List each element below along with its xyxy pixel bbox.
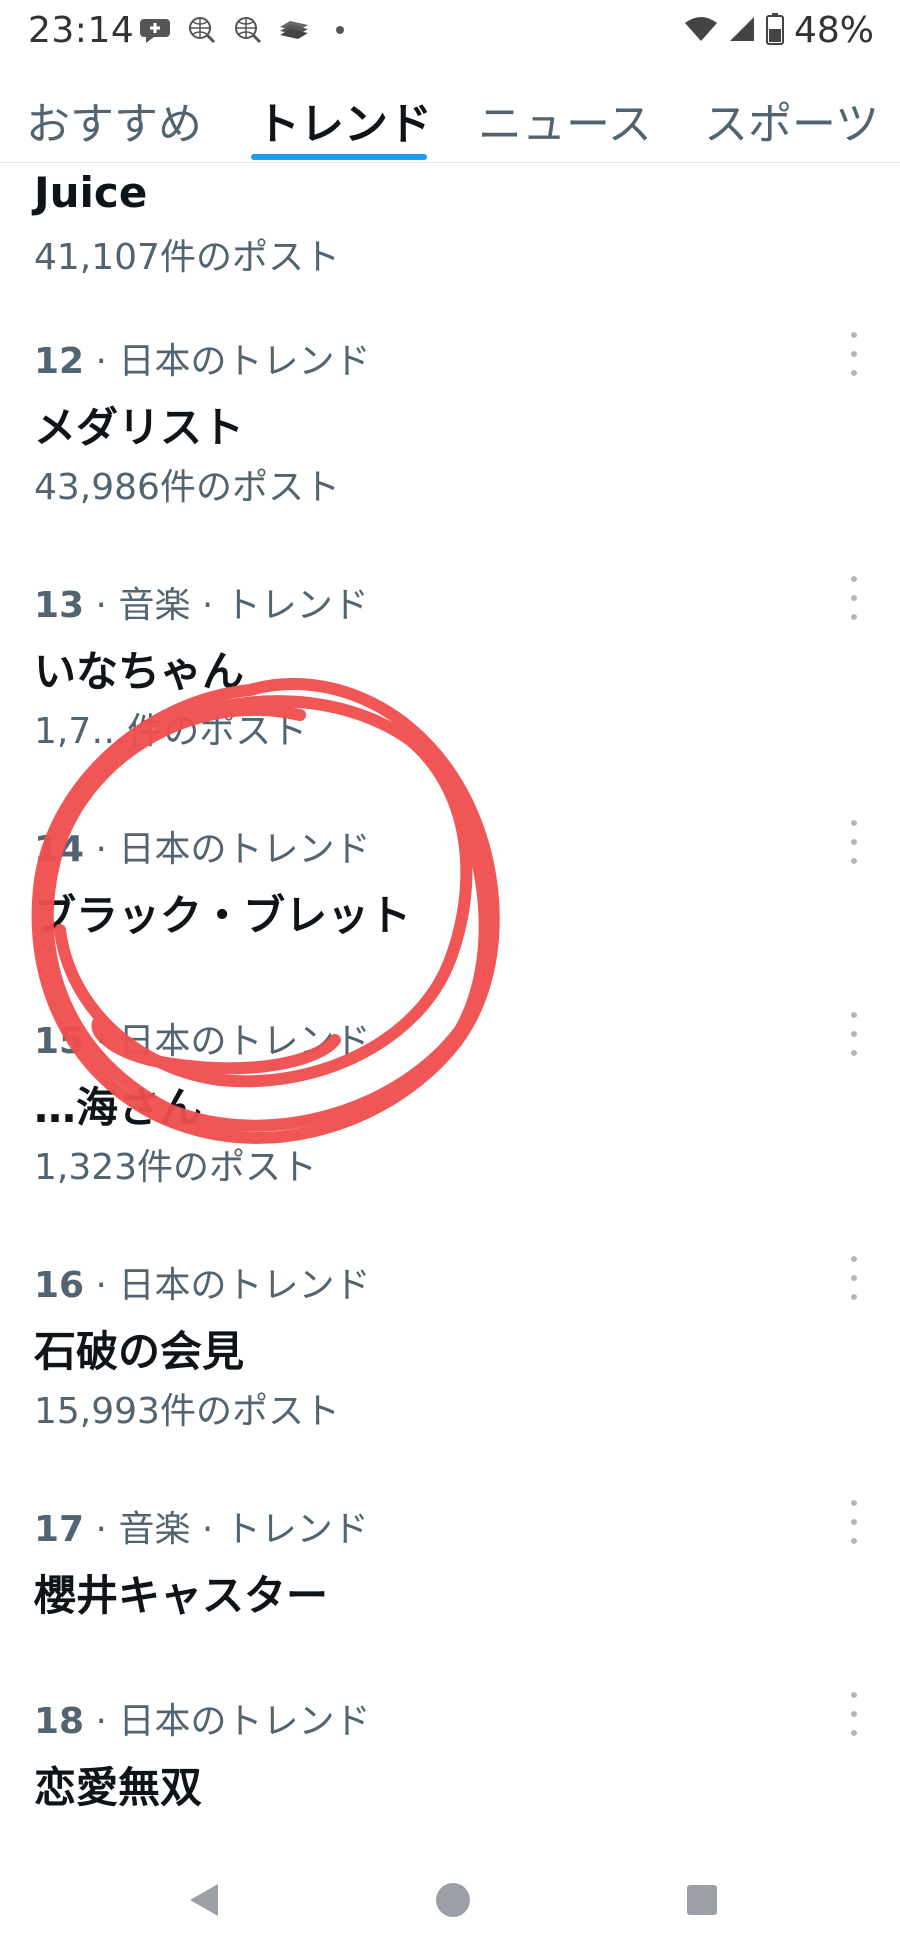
- trend-rank: 15: [34, 1021, 85, 1062]
- trend-category: · 日本のトレンド: [84, 1265, 371, 1306]
- more-options-icon[interactable]: [842, 820, 866, 864]
- trend-item[interactable]: 18 · 日本のトレンド 恋愛無双: [0, 1692, 900, 1852]
- trend-category: · 日本のトレンド: [84, 829, 371, 870]
- trend-meta: 16 · 日本のトレンド: [34, 1256, 370, 1308]
- status-time: 23:14: [28, 10, 135, 51]
- trend-category: · 日本のトレンド: [84, 1701, 371, 1742]
- tab-recommended[interactable]: おすすめ: [26, 88, 202, 152]
- trend-post-count: 41,107件のポスト: [34, 237, 340, 278]
- back-icon[interactable]: [182, 1878, 226, 1922]
- globe-search-icon: [186, 14, 218, 46]
- trend-rank: 12: [34, 341, 85, 382]
- trend-item[interactable]: 12 · 日本のトレンド メダリスト 43,986件のポスト: [0, 332, 900, 552]
- trend-item[interactable]: Juice 41,107件のポスト: [0, 162, 900, 302]
- trend-meta: 15 · 日本のトレンド: [34, 1012, 370, 1064]
- trend-title: 石破の会見: [34, 1327, 245, 1376]
- more-options-icon[interactable]: [842, 576, 866, 620]
- trend-title: いなちゃん: [34, 647, 245, 696]
- tab-news[interactable]: ニュース: [478, 88, 652, 152]
- chat-plus-icon: [140, 14, 172, 46]
- trend-category: · 日本のトレンド: [84, 341, 371, 382]
- battery-icon: [765, 12, 784, 49]
- dot-icon: [324, 14, 356, 46]
- wifi-icon: [684, 15, 718, 47]
- trend-meta: 13 · 音楽 · トレンド: [34, 576, 369, 628]
- trend-category: · 音楽 · トレンド: [84, 1509, 369, 1550]
- home-icon[interactable]: [431, 1878, 475, 1922]
- battery-percent: 48%: [793, 10, 874, 51]
- trend-meta: 17 · 音楽 · トレンド: [34, 1500, 369, 1552]
- stack-icon: [278, 14, 310, 46]
- status-bar: 23:14 48%: [0, 0, 900, 64]
- globe-search-icon: [232, 14, 264, 46]
- trend-title: 櫻井キャスター: [34, 1571, 329, 1620]
- tab-trending[interactable]: トレンド: [256, 88, 432, 152]
- recents-icon[interactable]: [680, 1878, 724, 1922]
- more-options-icon[interactable]: [842, 1692, 866, 1736]
- trend-title: ブラック・ブレット: [34, 891, 412, 940]
- trend-rank: 18: [34, 1701, 85, 1742]
- trend-meta: 12 · 日本のトレンド: [34, 332, 370, 384]
- trend-rank: 14: [34, 829, 85, 870]
- trend-post-count: 15,993件のポスト: [34, 1391, 340, 1432]
- tab-bar: おすすめ トレンド ニュース スポーツ: [0, 80, 900, 163]
- more-options-icon[interactable]: [842, 1256, 866, 1300]
- more-options-icon[interactable]: [842, 1500, 866, 1544]
- trend-meta: 18 · 日本のトレンド: [34, 1692, 370, 1744]
- signal-icon: [728, 15, 756, 47]
- trend-title: …海さん: [34, 1083, 203, 1132]
- trend-item[interactable]: 14 · 日本のトレンド ブラック・ブレット: [0, 820, 900, 980]
- trend-title: Juice: [34, 168, 148, 217]
- trend-rank: 13: [34, 585, 85, 626]
- more-options-icon[interactable]: [842, 332, 866, 376]
- trend-rank: 16: [34, 1265, 85, 1306]
- trend-post-count: 43,986件のポスト: [34, 467, 340, 508]
- notification-icons: [140, 14, 356, 46]
- trend-rank: 17: [34, 1509, 85, 1550]
- trend-item[interactable]: 13 · 音楽 · トレンド いなちゃん 1,7…件のポスト: [0, 576, 900, 796]
- active-tab-indicator: [251, 154, 427, 160]
- system-nav-bar: [0, 1850, 900, 1950]
- trend-title: 恋愛無双: [34, 1763, 203, 1812]
- tab-sports[interactable]: スポーツ: [704, 88, 879, 152]
- trend-category: · 日本のトレンド: [84, 1021, 371, 1062]
- trend-post-count: 1,7…件のポスト: [34, 711, 308, 752]
- trend-item[interactable]: 16 · 日本のトレンド 石破の会見 15,993件のポスト: [0, 1256, 900, 1476]
- system-status: 48%: [684, 10, 874, 51]
- trend-post-count: 1,323件のポスト: [34, 1147, 318, 1188]
- trend-item[interactable]: 15 · 日本のトレンド …海さん 1,323件のポスト: [0, 1012, 900, 1232]
- trend-item[interactable]: 17 · 音楽 · トレンド 櫻井キャスター: [0, 1500, 900, 1660]
- trend-meta: 14 · 日本のトレンド: [34, 820, 370, 872]
- trend-category: · 音楽 · トレンド: [84, 585, 369, 626]
- more-options-icon[interactable]: [842, 1012, 866, 1056]
- trend-title: メダリスト: [34, 403, 245, 452]
